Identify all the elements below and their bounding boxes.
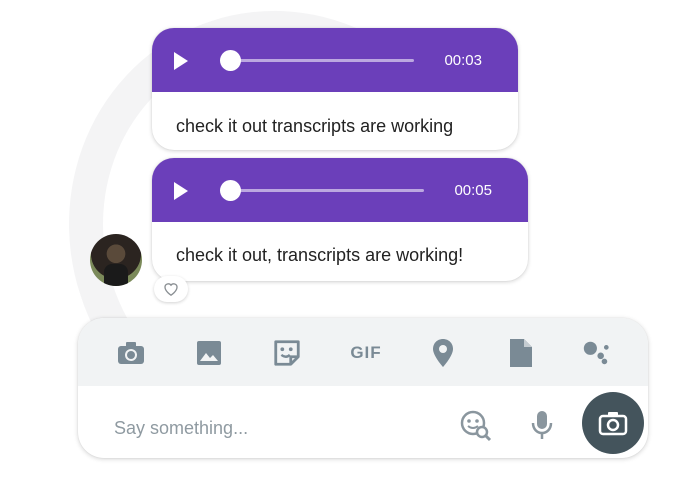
voice-message-bubble: 00:05 check it out, transcripts are work… (152, 158, 528, 281)
audio-progress-track[interactable] (230, 189, 424, 192)
gif-button[interactable]: GIF (346, 338, 386, 368)
audio-player: 00:03 (152, 28, 518, 92)
play-icon[interactable] (174, 182, 188, 200)
image-icon[interactable] (194, 338, 224, 368)
emoji-search-icon[interactable] (458, 408, 492, 442)
location-pin-icon[interactable] (428, 338, 458, 368)
audio-scrubber-knob[interactable] (220, 50, 241, 71)
file-icon[interactable] (506, 338, 536, 368)
composer-toolbar: GIF (78, 318, 648, 386)
microphone-icon[interactable] (530, 408, 560, 442)
camera-icon[interactable] (116, 338, 146, 368)
camera-icon (598, 412, 628, 436)
audio-duration: 00:05 (454, 182, 492, 199)
message-composer: GIF (78, 318, 648, 458)
transcript-text: check it out, transcripts are working! (176, 245, 464, 265)
avatar[interactable] (90, 234, 142, 286)
camera-send-button[interactable] (582, 392, 644, 454)
audio-scrubber-knob[interactable] (220, 180, 241, 201)
play-icon[interactable] (174, 52, 188, 70)
heart-icon (164, 283, 178, 296)
gif-label: GIF (350, 343, 382, 362)
audio-duration: 00:03 (444, 52, 482, 69)
audio-progress-track[interactable] (230, 59, 414, 62)
voice-message-bubble: 00:03 check it out transcripts are worki… (152, 28, 518, 150)
transcript-text: check it out transcripts are working (176, 116, 454, 136)
assistant-icon[interactable] (581, 338, 611, 368)
sticker-icon[interactable] (272, 338, 302, 368)
audio-player: 00:05 (152, 158, 528, 222)
message-input[interactable] (112, 414, 416, 442)
react-heart-button[interactable] (154, 276, 188, 302)
